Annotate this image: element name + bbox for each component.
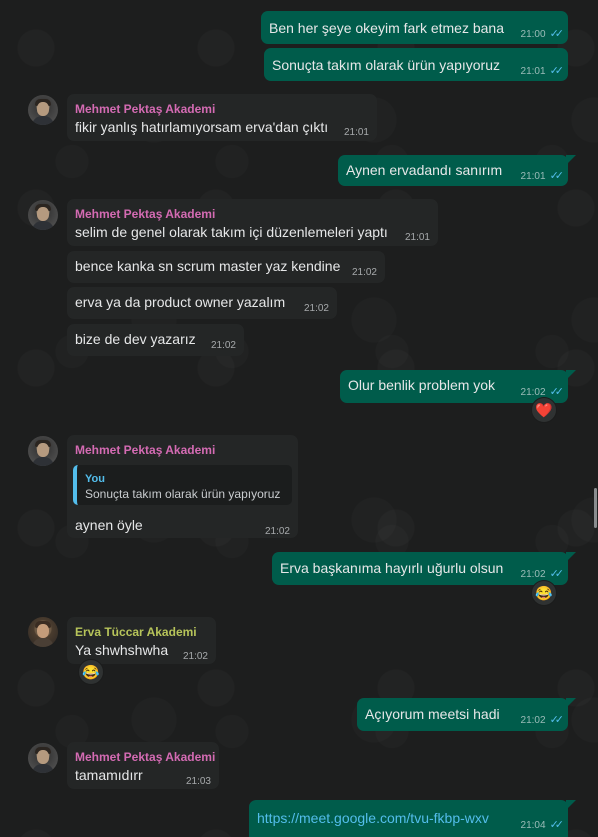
message-time: 21:02 xyxy=(351,267,377,278)
message-outgoing[interactable]: Aynen ervadandı sanırım 21:01 ✓✓ xyxy=(338,155,568,186)
message-text: Aynen ervadandı sanırım xyxy=(346,162,503,178)
message-incoming[interactable]: erva ya da product owner yazalım 21:02 xyxy=(67,287,337,319)
message-time: 21:02 xyxy=(303,303,329,314)
bubble-tail xyxy=(566,800,576,810)
reaction-laughing[interactable]: 😂 xyxy=(531,580,557,606)
message-time: 21:00 xyxy=(520,29,546,40)
message-outgoing[interactable]: Açıyorum meetsi hadi 21:02 ✓✓ xyxy=(357,698,568,731)
message-incoming[interactable]: Mehmet Pektaş Akademi tamamıdırr 21:03 xyxy=(67,742,219,789)
message-outgoing[interactable]: Sonuçta takım olarak ürün yapıyoruz 21:0… xyxy=(264,48,568,81)
double-check-icon: ✓✓ xyxy=(549,170,565,182)
quote-text: Sonuçta takım olarak ürün yapıyoruz xyxy=(85,487,281,501)
message-meta: 21:02 ✓✓ xyxy=(520,711,565,730)
double-check-icon: ✓✓ xyxy=(549,65,565,77)
chat-panel[interactable]: Ben her şeye okeyim fark etmez bana 21:0… xyxy=(0,0,598,837)
message-outgoing[interactable]: Ben her şeye okeyim fark etmez bana 21:0… xyxy=(261,11,568,44)
bubble-tail xyxy=(566,552,576,562)
message-outgoing[interactable]: Olur benlik problem yok 21:02 ✓✓ xyxy=(340,370,568,403)
message-incoming[interactable]: Erva Tüccar Akademi Ya shwhshwha 21:02 xyxy=(67,617,216,664)
double-check-icon: ✓✓ xyxy=(549,386,565,398)
avatar-mehmet[interactable] xyxy=(28,743,58,773)
message-time: 21:03 xyxy=(185,776,211,787)
message-text: Ben her şeye okeyim fark etmez bana xyxy=(269,20,505,36)
message-incoming[interactable]: bence kanka sn scrum master yaz kendine … xyxy=(67,251,385,283)
sender-name[interactable]: Mehmet Pektaş Akademi xyxy=(75,100,215,118)
scrollbar-thumb[interactable] xyxy=(594,488,597,528)
message-text: bence kanka sn scrum master yaz kendine xyxy=(75,258,341,274)
message-text: selim de genel olarak takım içi düzenlem… xyxy=(75,224,388,240)
avatar-mehmet[interactable] xyxy=(28,95,58,125)
message-incoming[interactable]: Mehmet Pektaş Akademi selim de genel ola… xyxy=(67,199,438,246)
message-time: 21:01 xyxy=(520,66,546,77)
meet-link[interactable]: https://meet.google.com/tvu-fkbp-wxv xyxy=(257,809,489,827)
message-time: 21:01 xyxy=(520,171,546,182)
message-text: bize de dev yazarız xyxy=(75,331,196,347)
message-meta: 21:01 ✓✓ xyxy=(520,62,565,81)
message-incoming[interactable]: Mehmet Pektaş Akademi fikir yanlış hatır… xyxy=(67,94,377,141)
message-time: 21:02 xyxy=(520,715,546,726)
message-text: aynen öyle xyxy=(75,517,143,533)
sender-name[interactable]: Mehmet Pektaş Akademi xyxy=(75,205,215,223)
bubble-tail xyxy=(566,698,576,708)
avatar-mehmet[interactable] xyxy=(28,436,58,466)
double-check-icon: ✓✓ xyxy=(549,568,565,580)
sender-name[interactable]: Mehmet Pektaş Akademi xyxy=(75,748,215,766)
message-meta: 21:00 ✓✓ xyxy=(520,25,565,44)
double-check-icon: ✓✓ xyxy=(549,28,565,40)
double-check-icon: ✓✓ xyxy=(549,714,565,726)
avatar-erva[interactable] xyxy=(28,617,58,647)
message-outgoing[interactable]: Erva başkanıma hayırlı uğurlu olsun 21:0… xyxy=(272,552,568,585)
message-text: Erva başkanıma hayırlı uğurlu olsun xyxy=(280,560,504,576)
message-incoming[interactable]: Mehmet Pektaş Akademi You Sonuçta takım … xyxy=(67,435,298,538)
message-time: 21:01 xyxy=(404,232,430,243)
avatar-mehmet[interactable] xyxy=(28,200,58,230)
message-text: tamamıdırr xyxy=(75,767,143,783)
message-time: 21:02 xyxy=(520,569,546,580)
message-time: 21:02 xyxy=(264,526,290,537)
message-text: Açıyorum meetsi hadi xyxy=(365,706,500,722)
message-time: 21:02 xyxy=(182,651,208,662)
bubble-tail xyxy=(566,370,576,380)
quoted-message[interactable]: You Sonuçta takım olarak ürün yapıyoruz xyxy=(73,465,292,505)
reaction-laughing[interactable]: 😂 xyxy=(78,659,104,685)
bubble-tail xyxy=(566,155,576,165)
message-meta: 21:01 ✓✓ xyxy=(520,167,565,186)
message-incoming[interactable]: bize de dev yazarız 21:02 xyxy=(67,324,244,356)
sender-name[interactable]: Mehmet Pektaş Akademi xyxy=(75,441,215,459)
reaction-heart[interactable]: ❤️ xyxy=(531,397,557,423)
message-text: Ya shwhshwha xyxy=(75,642,169,658)
double-check-icon: ✓✓ xyxy=(549,819,565,831)
sender-name[interactable]: Erva Tüccar Akademi xyxy=(75,623,197,641)
message-text: Sonuçta takım olarak ürün yapıyoruz xyxy=(272,57,501,73)
message-text: Olur benlik problem yok xyxy=(348,377,496,393)
message-text: fikir yanlış hatırlamıyorsam erva'dan çı… xyxy=(75,119,329,135)
message-text: erva ya da product owner yazalım xyxy=(75,294,286,310)
message-outgoing[interactable]: https://meet.google.com/tvu-fkbp-wxv 21:… xyxy=(249,800,568,837)
message-time: 21:02 xyxy=(210,340,236,351)
message-time: 21:01 xyxy=(343,127,369,138)
message-time: 21:04 xyxy=(520,820,546,831)
message-meta: 21:04 ✓✓ xyxy=(520,816,565,835)
